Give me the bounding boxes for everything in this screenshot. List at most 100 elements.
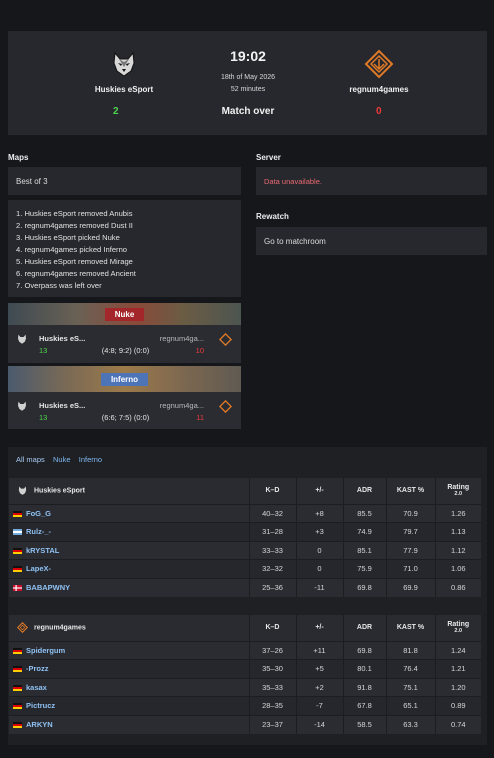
table-row: kRYSTAL 33–33 0 85.1 77.9 1.12 bbox=[9, 540, 481, 560]
map-team1-name: Huskies eS... bbox=[39, 401, 86, 410]
rating-cell: 1.13 bbox=[434, 522, 481, 541]
regnum4games-logo-icon bbox=[219, 400, 232, 413]
table-row: -Prozz 35–30 +5 80.1 76.4 1.21 bbox=[9, 659, 481, 678]
team1-name[interactable]: Huskies eSport bbox=[74, 85, 174, 94]
kast-header[interactable]: KAST % bbox=[385, 478, 435, 504]
regnum4games-logo-icon[interactable] bbox=[364, 49, 394, 79]
team1-table-name[interactable]: Huskies eSport bbox=[34, 488, 85, 495]
tab-all-maps[interactable]: All maps bbox=[16, 455, 45, 464]
map-banner-nuke[interactable]: Nuke bbox=[8, 303, 241, 325]
team2-table-name[interactable]: regnum4games bbox=[34, 625, 86, 632]
rewatch-label: Rewatch bbox=[256, 212, 289, 221]
germany-flag-icon bbox=[13, 684, 22, 691]
map-banner-inferno[interactable]: Inferno bbox=[8, 366, 241, 392]
best-of-box: Best of 3 bbox=[8, 167, 241, 195]
rating-cell: 1.20 bbox=[434, 677, 481, 697]
stats-tabs: All maps Nuke Inferno bbox=[16, 455, 108, 464]
player-cell: LapeX- bbox=[9, 559, 249, 578]
player-name-link[interactable]: ARKYN bbox=[26, 720, 53, 729]
kast-cell: 65.1 bbox=[385, 696, 435, 715]
kd-header[interactable]: K–D bbox=[248, 615, 296, 641]
table-row: FoG_G 40–32 +8 85.5 70.9 1.26 bbox=[9, 503, 481, 523]
maps-label: Maps bbox=[8, 153, 29, 162]
kast-cell: 69.9 bbox=[385, 577, 435, 597]
kd-cell: 33–33 bbox=[248, 540, 296, 560]
matchroom-link-text[interactable]: Go to matchroom bbox=[264, 237, 326, 246]
map-result-row[interactable]: Huskies eS... 13 (4:8; 9:2) (0:0) regnum… bbox=[8, 325, 241, 363]
veto-item: 5. Huskies eSport removed Mirage bbox=[16, 257, 133, 266]
kd-cell: 32–32 bbox=[248, 559, 296, 578]
kd-cell: 35–30 bbox=[248, 659, 296, 678]
player-name-link[interactable]: kRYSTAL bbox=[26, 546, 59, 555]
plusminus-header[interactable]: +/- bbox=[295, 615, 343, 641]
map-team2-name: regnum4ga... bbox=[159, 334, 204, 343]
kast-cell: 81.8 bbox=[385, 640, 435, 660]
team1-header: Huskies eSport bbox=[9, 478, 249, 504]
plusminus-cell: -14 bbox=[295, 714, 343, 734]
veto-item: 1. Huskies eSport removed Anubis bbox=[16, 209, 133, 218]
denmark-flag-icon bbox=[13, 585, 22, 592]
kd-cell: 25–36 bbox=[248, 577, 296, 597]
best-of-text: Best of 3 bbox=[16, 176, 48, 186]
plusminus-header[interactable]: +/- bbox=[295, 478, 343, 504]
tab-inferno[interactable]: Inferno bbox=[79, 455, 102, 464]
player-name-link[interactable]: FoG_G bbox=[26, 509, 51, 518]
rating-version: 2.0 bbox=[454, 628, 463, 635]
player-cell: -Prozz bbox=[9, 659, 249, 678]
rating-header[interactable]: Rating 2.0 bbox=[434, 478, 481, 504]
rating-cell: 1.24 bbox=[434, 640, 481, 660]
plusminus-cell: 0 bbox=[295, 559, 343, 578]
player-name-link[interactable]: Spidergum bbox=[26, 646, 65, 655]
germany-flag-icon bbox=[13, 547, 22, 554]
adr-cell: 85.1 bbox=[342, 540, 386, 560]
germany-flag-icon bbox=[13, 647, 22, 654]
team2-header: regnum4games bbox=[9, 615, 249, 641]
map-team1-name: Huskies eS... bbox=[39, 334, 86, 343]
match-date: 18th of May 2026 bbox=[220, 74, 276, 81]
plusminus-cell: +8 bbox=[295, 503, 343, 523]
rating-cell: 1.06 bbox=[434, 559, 481, 578]
map-result-row[interactable]: Huskies eS... 13 (6:6; 7:5) (0:0) regnum… bbox=[8, 392, 241, 429]
map-team1-score: 13 bbox=[39, 413, 48, 422]
kd-cell: 28–35 bbox=[248, 696, 296, 715]
player-name-link[interactable]: -Prozz bbox=[26, 664, 49, 673]
player-name-link[interactable]: BABAPWNY bbox=[26, 583, 70, 592]
player-cell: kRYSTAL bbox=[9, 540, 249, 560]
plusminus-cell: -11 bbox=[295, 577, 343, 597]
matchroom-link[interactable]: Go to matchroom bbox=[256, 227, 487, 255]
veto-item: 7. Overpass was left over bbox=[16, 281, 102, 290]
plusminus-cell: +5 bbox=[295, 659, 343, 678]
adr-header[interactable]: ADR bbox=[342, 478, 386, 504]
veto-item: 4. regnum4games picked Inferno bbox=[16, 245, 128, 254]
kast-cell: 79.7 bbox=[385, 522, 435, 541]
regnum4games-logo-icon bbox=[17, 622, 28, 634]
player-name-link[interactable]: LapeX- bbox=[26, 564, 51, 573]
veto-list: 1. Huskies eSport removed Anubis 2. regn… bbox=[8, 200, 241, 297]
match-header: Huskies eSport 2 19:02 18th of May 2026 … bbox=[8, 31, 487, 135]
germany-flag-icon bbox=[13, 666, 22, 673]
rating-header[interactable]: Rating 2.0 bbox=[434, 615, 481, 641]
table-row: LapeX- 32–32 0 75.9 71.0 1.06 bbox=[9, 559, 481, 578]
kast-header[interactable]: KAST % bbox=[385, 615, 435, 641]
table-row: kasax 35–33 +2 91.8 75.1 1.20 bbox=[9, 677, 481, 697]
player-name-link[interactable]: kasax bbox=[26, 683, 47, 692]
kd-header[interactable]: K–D bbox=[248, 478, 296, 504]
adr-cell: 85.5 bbox=[342, 503, 386, 523]
team2-name[interactable]: regnum4games bbox=[329, 85, 429, 94]
table-row: Spidergum 37–26 +11 69.8 81.8 1.24 bbox=[9, 640, 481, 660]
kast-cell: 77.9 bbox=[385, 540, 435, 560]
map-results: Nuke Huskies eS... 13 (4:8; 9:2) (0:0) r… bbox=[8, 303, 241, 429]
player-cell: BABAPWNY bbox=[9, 577, 249, 597]
player-name-link[interactable]: Pictrucz bbox=[26, 701, 55, 710]
rating-cell: 1.26 bbox=[434, 503, 481, 523]
adr-header[interactable]: ADR bbox=[342, 615, 386, 641]
match-status: Match over bbox=[221, 106, 275, 117]
tab-nuke[interactable]: Nuke bbox=[53, 455, 71, 464]
map-name-inferno: Inferno bbox=[100, 372, 149, 386]
huskies-logo-icon[interactable] bbox=[109, 49, 139, 79]
player-name-link[interactable]: Rulz-_- bbox=[26, 527, 51, 536]
rating-cell: 0.89 bbox=[434, 696, 481, 715]
player-cell: Spidergum bbox=[9, 640, 249, 660]
kd-cell: 31–28 bbox=[248, 522, 296, 541]
player-cell: FoG_G bbox=[9, 503, 249, 523]
